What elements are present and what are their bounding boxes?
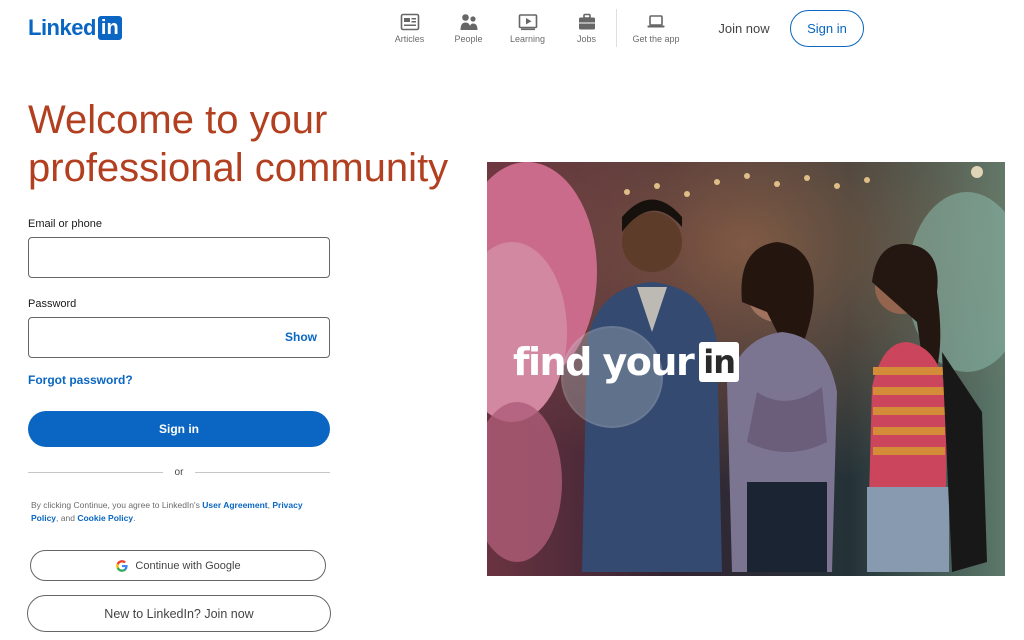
show-password-button[interactable]: Show	[285, 330, 317, 344]
legal-prefix: By clicking Continue, you agree to Linke…	[31, 500, 203, 510]
nav-articles[interactable]: Articles	[380, 13, 439, 44]
linkedin-logo[interactable]: Linked in	[28, 15, 122, 41]
people-icon	[460, 13, 477, 30]
nav-get-app[interactable]: Get the app	[621, 13, 691, 44]
or-line-right	[195, 471, 330, 473]
nav-get-app-label: Get the app	[632, 33, 680, 44]
or-text: or	[174, 466, 184, 478]
legal-text: By clicking Continue, you agree to Linke…	[31, 500, 303, 523]
nav-learning-label: Learning	[509, 33, 546, 44]
sign-in-button[interactable]: Sign in	[28, 411, 330, 447]
nav-learning[interactable]: Learning	[498, 13, 557, 44]
page-title: Welcome to your professional community	[28, 98, 449, 190]
caption-in-box: in	[699, 342, 739, 382]
nav-jobs-label: Jobs	[576, 33, 596, 44]
caption-text: find your	[513, 340, 695, 384]
legal-and: , and	[56, 513, 78, 523]
logo-box: in	[97, 16, 122, 40]
or-line-left	[28, 471, 163, 473]
forgot-password-link[interactable]: Forgot password?	[28, 373, 133, 387]
top-nav: Articles People Learning Jobs Get the ap…	[380, 9, 691, 47]
articles-icon	[400, 13, 419, 30]
learning-icon	[518, 13, 537, 30]
hero-image: find your in	[487, 162, 1005, 576]
google-button-label: Continue with Google	[135, 559, 241, 572]
nav-articles-label: Articles	[394, 33, 425, 44]
logo-text: Linked	[28, 15, 96, 40]
or-divider: or	[28, 465, 330, 479]
nav-divider	[616, 9, 617, 47]
user-agreement-link[interactable]: User Agreement	[202, 500, 267, 510]
legal-end: .	[133, 513, 136, 523]
cookie-policy-link[interactable]: Cookie Policy	[77, 513, 133, 523]
header-sign-in-button[interactable]: Sign in	[790, 10, 864, 47]
password-field[interactable]: Show	[28, 317, 330, 358]
join-now-link[interactable]: Join now	[704, 12, 784, 44]
continue-with-google-button[interactable]: Continue with Google	[30, 550, 326, 581]
jobs-icon	[578, 13, 595, 29]
join-now-button[interactable]: New to LinkedIn? Join now	[27, 595, 331, 632]
google-icon	[116, 559, 129, 572]
nav-people-label: People	[454, 33, 483, 44]
password-label: Password	[28, 298, 77, 310]
email-label: Email or phone	[28, 218, 102, 230]
nav-jobs[interactable]: Jobs	[557, 13, 616, 44]
email-field[interactable]	[28, 237, 330, 278]
nav-people[interactable]: People	[439, 13, 498, 44]
find-your-in-caption: find your in	[513, 340, 739, 384]
laptop-icon	[647, 14, 665, 27]
